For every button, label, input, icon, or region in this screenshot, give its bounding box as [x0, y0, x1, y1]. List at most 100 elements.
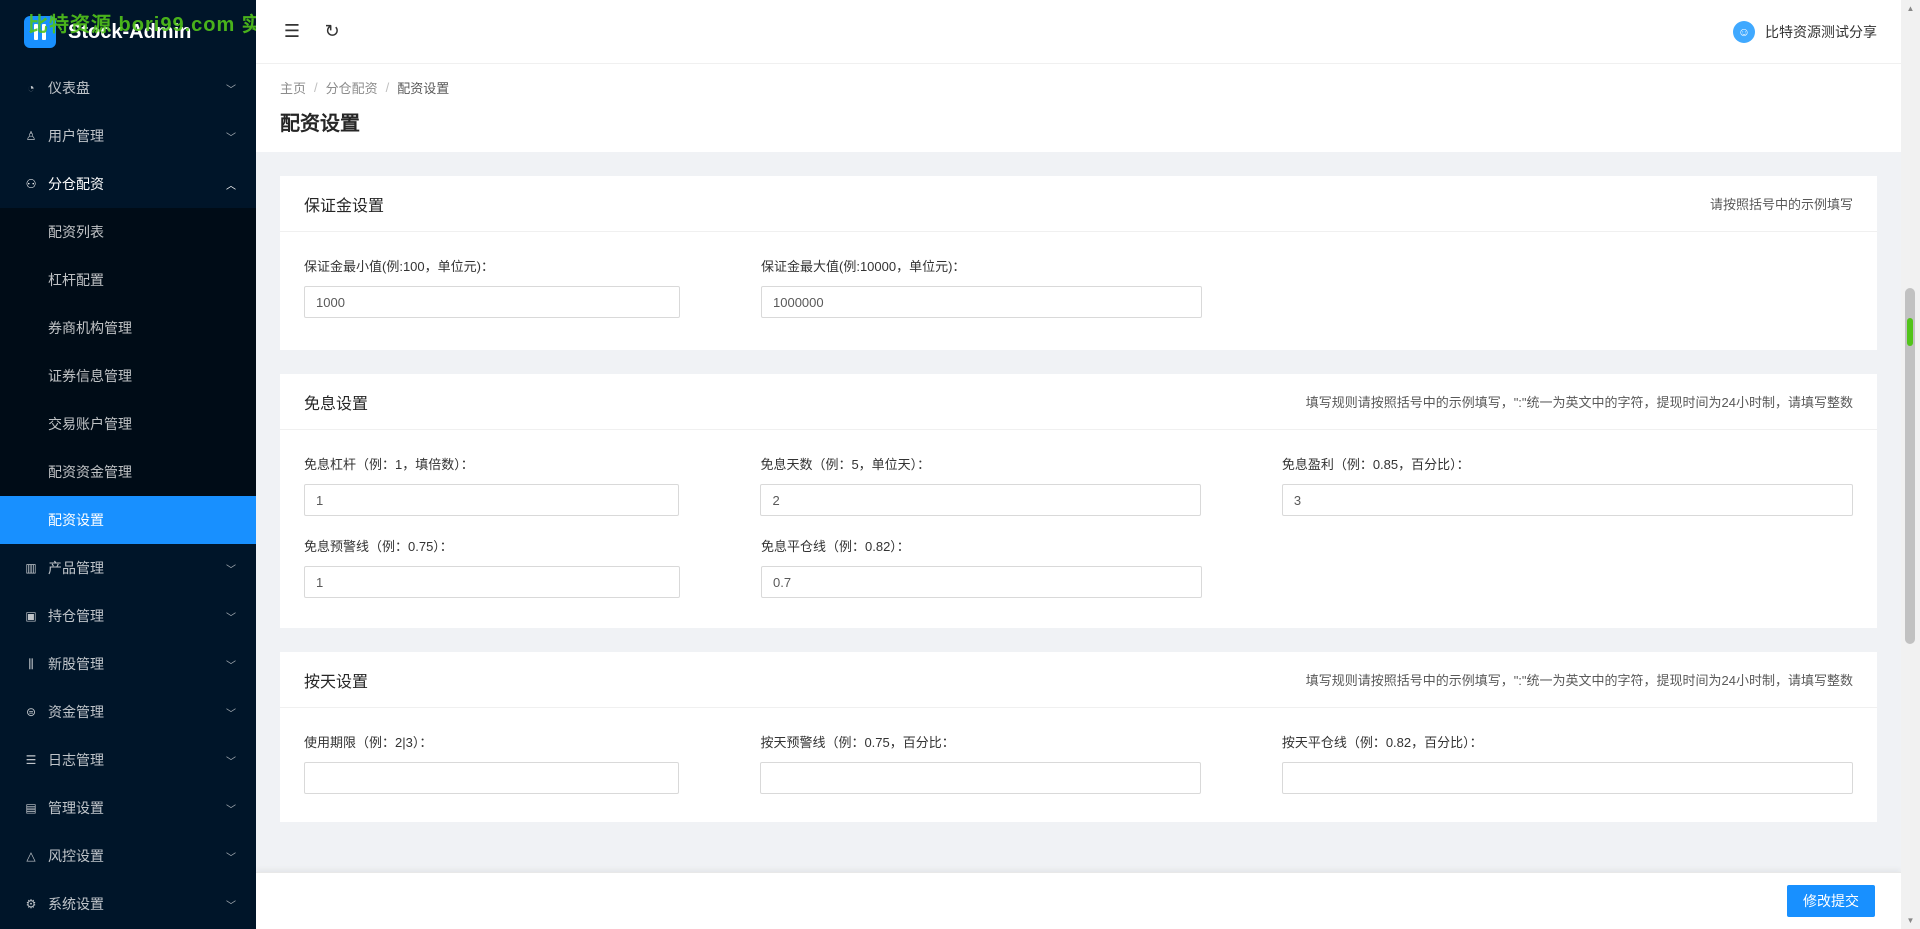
form-row: 免息杠杆（例：1，填倍数）： 免息天数（例：5，单位天）： 免息盈利（例：0.8…	[304, 454, 1853, 516]
free-days-input[interactable]	[760, 484, 1201, 516]
sidebar-item-dashboard[interactable]: ◔ 仪表盘 ﹀	[0, 64, 256, 112]
sidebar-item-label: 风控设置	[48, 848, 104, 864]
sidebar-item-label: 仪表盘	[48, 80, 90, 96]
daily-settings-card: 按天设置 填写规则请按照括号中的示例填写，":"统一为英文中的字符，提现时间为2…	[280, 652, 1877, 822]
breadcrumb-separator: /	[385, 80, 390, 95]
interest-free-settings-card: 免息设置 填写规则请按照括号中的示例填写，":"统一为英文中的字符，提现时间为2…	[280, 374, 1877, 628]
submenu-item-label: 配资设置	[48, 512, 104, 528]
daily-warning-line-field: 按天预警线（例：0.75，百分比：	[760, 732, 1201, 794]
field-label: 按天预警线（例：0.75，百分比：	[760, 735, 955, 750]
avatar: ☺	[1733, 20, 1755, 43]
stock-icon: ⫼	[28, 656, 34, 671]
submenu-allocation: 配资列表 杠杆配置 券商机构管理 证券信息管理 交易账户管理 配资资金管理 配资…	[0, 208, 256, 544]
scrollbar[interactable]: ▲ ▼	[1901, 0, 1920, 929]
free-leverage-field: 免息杠杆（例：1，填倍数）：	[304, 454, 680, 516]
submenu-item-trading-accounts[interactable]: 交易账户管理	[0, 400, 256, 448]
field-label: 保证金最小值(例:100，单位元)：	[304, 259, 494, 274]
sidebar-item-label: 资金管理	[48, 704, 104, 720]
field-label: 免息盈利（例：0.85，百分比）：	[1281, 457, 1470, 472]
card-hint: 请按照括号中的示例填写	[1709, 197, 1853, 212]
breadcrumb: 主页 / 分仓配资 / 配资设置	[280, 78, 1877, 97]
sidebar-item-ipo[interactable]: ⫼ 新股管理 ﹀	[0, 640, 256, 688]
daily-close-line-input[interactable]	[1281, 762, 1853, 794]
sidebar-item-label: 产品管理	[48, 560, 104, 576]
sidebar-item-funds[interactable]: ⊜ 资金管理 ﹀	[0, 688, 256, 736]
submenu-item-label: 券商机构管理	[48, 320, 132, 336]
scroll-marker	[1907, 318, 1913, 346]
sidebar-item-users[interactable]: ♙ 用户管理 ﹀	[0, 112, 256, 160]
sidebar-item-allocation[interactable]: ⚇ 分仓配资 ︿	[0, 160, 256, 208]
scroll-up-arrow-icon[interactable]: ▲	[1901, 0, 1920, 17]
settings-icon: ⚙	[25, 897, 37, 911]
card-title: 免息设置	[304, 395, 369, 413]
menu-fold-icon[interactable]: ☰	[280, 20, 304, 44]
field-label: 免息平仓线（例：0.82）：	[761, 539, 910, 554]
free-close-line-input[interactable]	[761, 566, 1202, 598]
free-warning-line-input[interactable]	[304, 566, 680, 598]
margin-max-input[interactable]	[761, 286, 1202, 318]
form-row: 免息预警线（例：0.75）： 免息平仓线（例：0.82）：	[304, 536, 1853, 598]
submit-button[interactable]: 修改提交	[1787, 885, 1875, 917]
daily-warning-line-input[interactable]	[760, 762, 1201, 794]
field-label: 按天平仓线（例：0.82，百分比）：	[1281, 735, 1483, 750]
submenu-item-label: 证券信息管理	[48, 368, 132, 384]
margin-max-field: 保证金最大值(例:10000，单位元)：	[761, 256, 1202, 318]
sidebar-item-admin-settings[interactable]: ▤ 管理设置 ﹀	[0, 784, 256, 832]
submenu-item-label: 杠杆配置	[48, 272, 104, 288]
submenu-item-security-info[interactable]: 证券信息管理	[0, 352, 256, 400]
submenu-item-allocation-settings[interactable]: 配资设置	[0, 496, 256, 544]
sidebar-item-risk-control[interactable]: △ 风控设置 ﹀	[0, 832, 256, 880]
chevron-down-icon: ﹀	[226, 564, 236, 576]
free-days-field: 免息天数（例：5，单位天）：	[760, 454, 1201, 516]
margin-min-field: 保证金最小值(例:100，单位元)：	[304, 256, 680, 318]
chart-icon: ▥	[25, 561, 37, 575]
card-body: 保证金最小值(例:100，单位元)： 保证金最大值(例:10000，单位元)：	[280, 232, 1877, 350]
card-title: 按天设置	[304, 673, 369, 691]
breadcrumb-home[interactable]: 主页	[280, 78, 306, 97]
user-menu[interactable]: ☺ 比特资源测试分享	[1733, 20, 1877, 43]
chevron-up-icon: ︿	[226, 180, 236, 192]
submenu-item-leverage-config[interactable]: 杠杆配置	[0, 256, 256, 304]
field-label: 保证金最大值(例:10000，单位元)：	[761, 259, 966, 274]
form-row: 使用期限（例：2|3）： 按天预警线（例：0.75，百分比： 按天平仓线（例：0…	[304, 732, 1853, 794]
page-title: 配资设置	[280, 113, 360, 135]
breadcrumb-separator: /	[314, 80, 318, 95]
submenu-item-broker-management[interactable]: 券商机构管理	[0, 304, 256, 352]
reload-icon[interactable]: ↻	[320, 20, 344, 44]
sidebar-item-label: 持仓管理	[48, 608, 104, 624]
sidebar-item-products[interactable]: ▥ 产品管理 ﹀	[0, 544, 256, 592]
sidebar-item-logs[interactable]: ☰ 日志管理 ﹀	[0, 736, 256, 784]
sidebar-item-system-settings[interactable]: ⚙ 系统设置 ﹀	[0, 880, 256, 928]
scroll-down-arrow-icon[interactable]: ▼	[1901, 912, 1920, 929]
free-profit-input[interactable]	[1281, 484, 1853, 516]
sidebar-item-label: 系统设置	[48, 896, 104, 912]
margin-min-input[interactable]	[304, 286, 680, 318]
field-label: 使用期限（例：2|3）：	[304, 735, 433, 750]
chevron-down-icon: ﹀	[226, 132, 236, 144]
daily-period-input[interactable]	[304, 762, 680, 794]
daily-period-field: 使用期限（例：2|3）：	[304, 732, 680, 794]
free-leverage-input[interactable]	[304, 484, 680, 516]
card-header: 保证金设置 请按照括号中的示例填写	[280, 176, 1877, 232]
chevron-down-icon: ﹀	[226, 900, 236, 912]
free-close-line-field: 免息平仓线（例：0.82）：	[761, 536, 1202, 598]
sidebar: Stock-Admin 比特资源 bori99.com 实测分享 ◔ 仪表盘 ﹀…	[0, 0, 325, 929]
submenu-item-label: 交易账户管理	[48, 416, 132, 432]
sidebar-item-holdings[interactable]: ▣ 持仓管理 ﹀	[0, 592, 256, 640]
free-profit-field: 免息盈利（例：0.85，百分比）：	[1281, 454, 1853, 516]
money-icon: ⊜	[25, 705, 37, 719]
field-label: 免息天数（例：5，单位天）：	[760, 457, 931, 472]
chevron-down-icon: ﹀	[226, 612, 236, 624]
warning-icon: △	[26, 849, 36, 863]
form-row: 保证金最小值(例:100，单位元)： 保证金最大值(例:10000，单位元)：	[304, 256, 1853, 318]
sidebar-item-label: 新股管理	[48, 656, 104, 672]
breadcrumb-current: 配资设置	[397, 81, 450, 96]
top-header: ☰ ↻ ☺ 比特资源测试分享	[256, 0, 1901, 64]
sidebar-item-label: 分仓配资	[48, 176, 104, 192]
main-content[interactable]: 保证金设置 请按照括号中的示例填写 保证金最小值(例:100，单位元)： 保证金…	[256, 152, 1901, 872]
submenu-item-allocation-funds[interactable]: 配资资金管理	[0, 448, 256, 496]
breadcrumb-parent[interactable]: 分仓配资	[326, 78, 378, 97]
field-label: 免息预警线（例：0.75）：	[304, 539, 453, 554]
card-hint: 填写规则请按照括号中的示例填写，":"统一为英文中的字符，提现时间为24小时制，…	[1305, 395, 1853, 410]
submenu-item-allocation-list[interactable]: 配资列表	[0, 208, 256, 256]
